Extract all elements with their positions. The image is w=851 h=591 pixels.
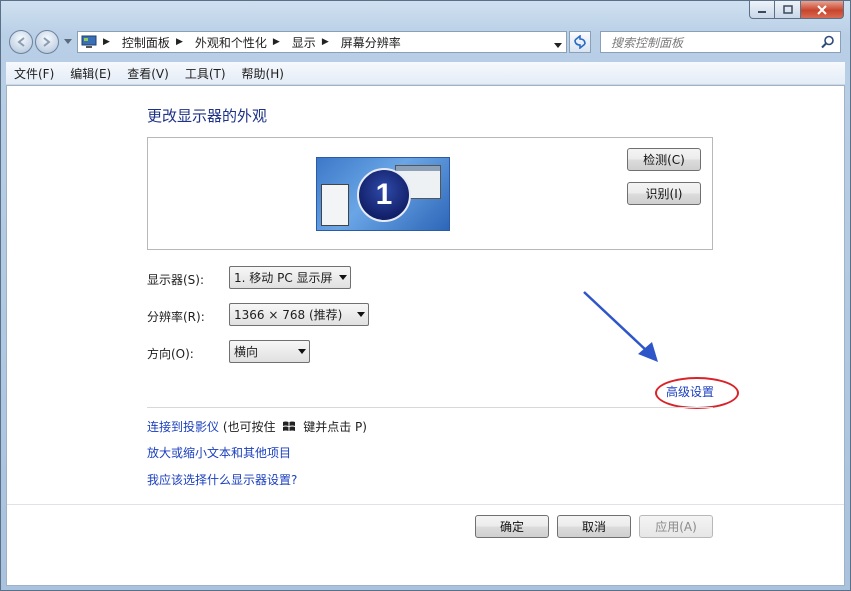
refresh-button[interactable]: [569, 31, 591, 53]
address-dropdown[interactable]: [554, 38, 562, 52]
menu-view[interactable]: 查看(V): [119, 65, 177, 82]
chevron-down-icon: [339, 274, 347, 280]
display-label: 显示器(S):: [147, 273, 205, 287]
cancel-button[interactable]: 取消: [557, 515, 631, 538]
refresh-icon: [574, 35, 586, 49]
minimize-icon: [758, 10, 766, 13]
menu-bar: 文件(F) 编辑(E) 查看(V) 工具(T) 帮助(H): [6, 62, 845, 85]
breadcrumb-control-panel[interactable]: 控制面板: [122, 34, 170, 51]
breadcrumb-separator[interactable]: ▶: [176, 37, 183, 47]
detect-button[interactable]: 检测(C): [627, 148, 701, 171]
minimize-button[interactable]: [749, 1, 775, 19]
projector-hint-text: (也可按住: [222, 420, 276, 434]
maximize-icon: [782, 4, 793, 14]
chevron-down-icon: [298, 348, 306, 354]
content-pane: 更改显示器的外观 1 检测(C) 识别(I) 显示器(S): 1. 移动 PC …: [6, 85, 845, 586]
control-panel-window: ▶ 控制面板 ▶ 外观和个性化 ▶ 显示 ▶ 屏幕分辨率 搜索控制面板 文件(F…: [0, 0, 851, 591]
forward-button[interactable]: [35, 30, 59, 54]
apply-button[interactable]: 应用(A): [639, 515, 713, 538]
text-size-link[interactable]: 放大或缩小文本和其他项目: [147, 444, 291, 461]
breadcrumb-screen-resolution[interactable]: 屏幕分辨率: [341, 34, 401, 51]
connect-projector-link[interactable]: 连接到投影仪: [147, 420, 219, 434]
windows-logo-icon: [283, 421, 296, 431]
display-select[interactable]: 1. 移动 PC 显示屏: [229, 266, 351, 289]
maximize-button[interactable]: [775, 1, 801, 19]
menu-help[interactable]: 帮助(H): [234, 65, 292, 82]
orientation-label: 方向(O):: [147, 347, 194, 361]
monitor-number-badge: 1: [357, 168, 411, 222]
display-select-value: 1. 移动 PC 显示屏: [234, 271, 333, 285]
breadcrumb-appearance[interactable]: 外观和个性化: [195, 34, 267, 51]
orientation-select-value: 横向: [234, 345, 259, 359]
recent-pages-dropdown[interactable]: [63, 36, 73, 48]
resolution-label: 分辨率(R):: [147, 310, 205, 324]
caption-buttons: [749, 1, 844, 19]
back-button[interactable]: [9, 30, 33, 54]
footer-divider: [7, 504, 844, 505]
search-icon[interactable]: [821, 35, 835, 49]
breadcrumb-separator[interactable]: ▶: [103, 37, 110, 47]
search-input[interactable]: [609, 33, 818, 53]
projector-link-row: 连接到投影仪 (也可按住 键并点击 P): [147, 418, 367, 435]
page-title: 更改显示器的外观: [147, 107, 268, 125]
address-bar[interactable]: ▶ 控制面板 ▶ 外观和个性化 ▶ 显示 ▶ 屏幕分辨率: [77, 31, 567, 53]
control-panel-icon: [81, 35, 97, 48]
orientation-select[interactable]: 横向: [229, 340, 310, 363]
identify-button[interactable]: 识别(I): [627, 182, 701, 205]
navigation-bar: ▶ 控制面板 ▶ 外观和个性化 ▶ 显示 ▶ 屏幕分辨率: [1, 27, 850, 57]
close-button[interactable]: [801, 1, 844, 19]
projector-hint-text: 键并点击 P): [303, 420, 367, 434]
which-settings-link[interactable]: 我应该选择什么显示器设置?: [147, 471, 297, 488]
annotation-arrow-icon: [583, 291, 658, 362]
breadcrumb-separator[interactable]: ▶: [322, 37, 329, 47]
menu-tools[interactable]: 工具(T): [177, 65, 234, 82]
resolution-select-value: 1366 × 768 (推荐): [234, 308, 343, 322]
resolution-select[interactable]: 1366 × 768 (推荐): [229, 303, 369, 326]
ok-button[interactable]: 确定: [475, 515, 549, 538]
chevron-down-icon: [357, 311, 365, 317]
breadcrumb-display[interactable]: 显示: [292, 34, 316, 51]
section-divider: [147, 407, 713, 408]
close-icon: [817, 4, 827, 15]
chevron-down-icon: [554, 43, 562, 48]
menu-edit[interactable]: 编辑(E): [62, 65, 119, 82]
preview-window-thumbnail: [321, 184, 349, 226]
back-arrow-icon: [17, 37, 25, 47]
chevron-down-icon: [64, 39, 72, 44]
display-preview-area: 1 检测(C) 识别(I): [147, 137, 713, 250]
menu-file[interactable]: 文件(F): [6, 65, 62, 82]
advanced-settings-link[interactable]: 高级设置: [666, 383, 714, 400]
monitor-preview[interactable]: 1: [316, 157, 450, 231]
search-box[interactable]: [600, 31, 841, 53]
forward-arrow-icon: [43, 37, 51, 47]
breadcrumb-separator[interactable]: ▶: [273, 37, 280, 47]
